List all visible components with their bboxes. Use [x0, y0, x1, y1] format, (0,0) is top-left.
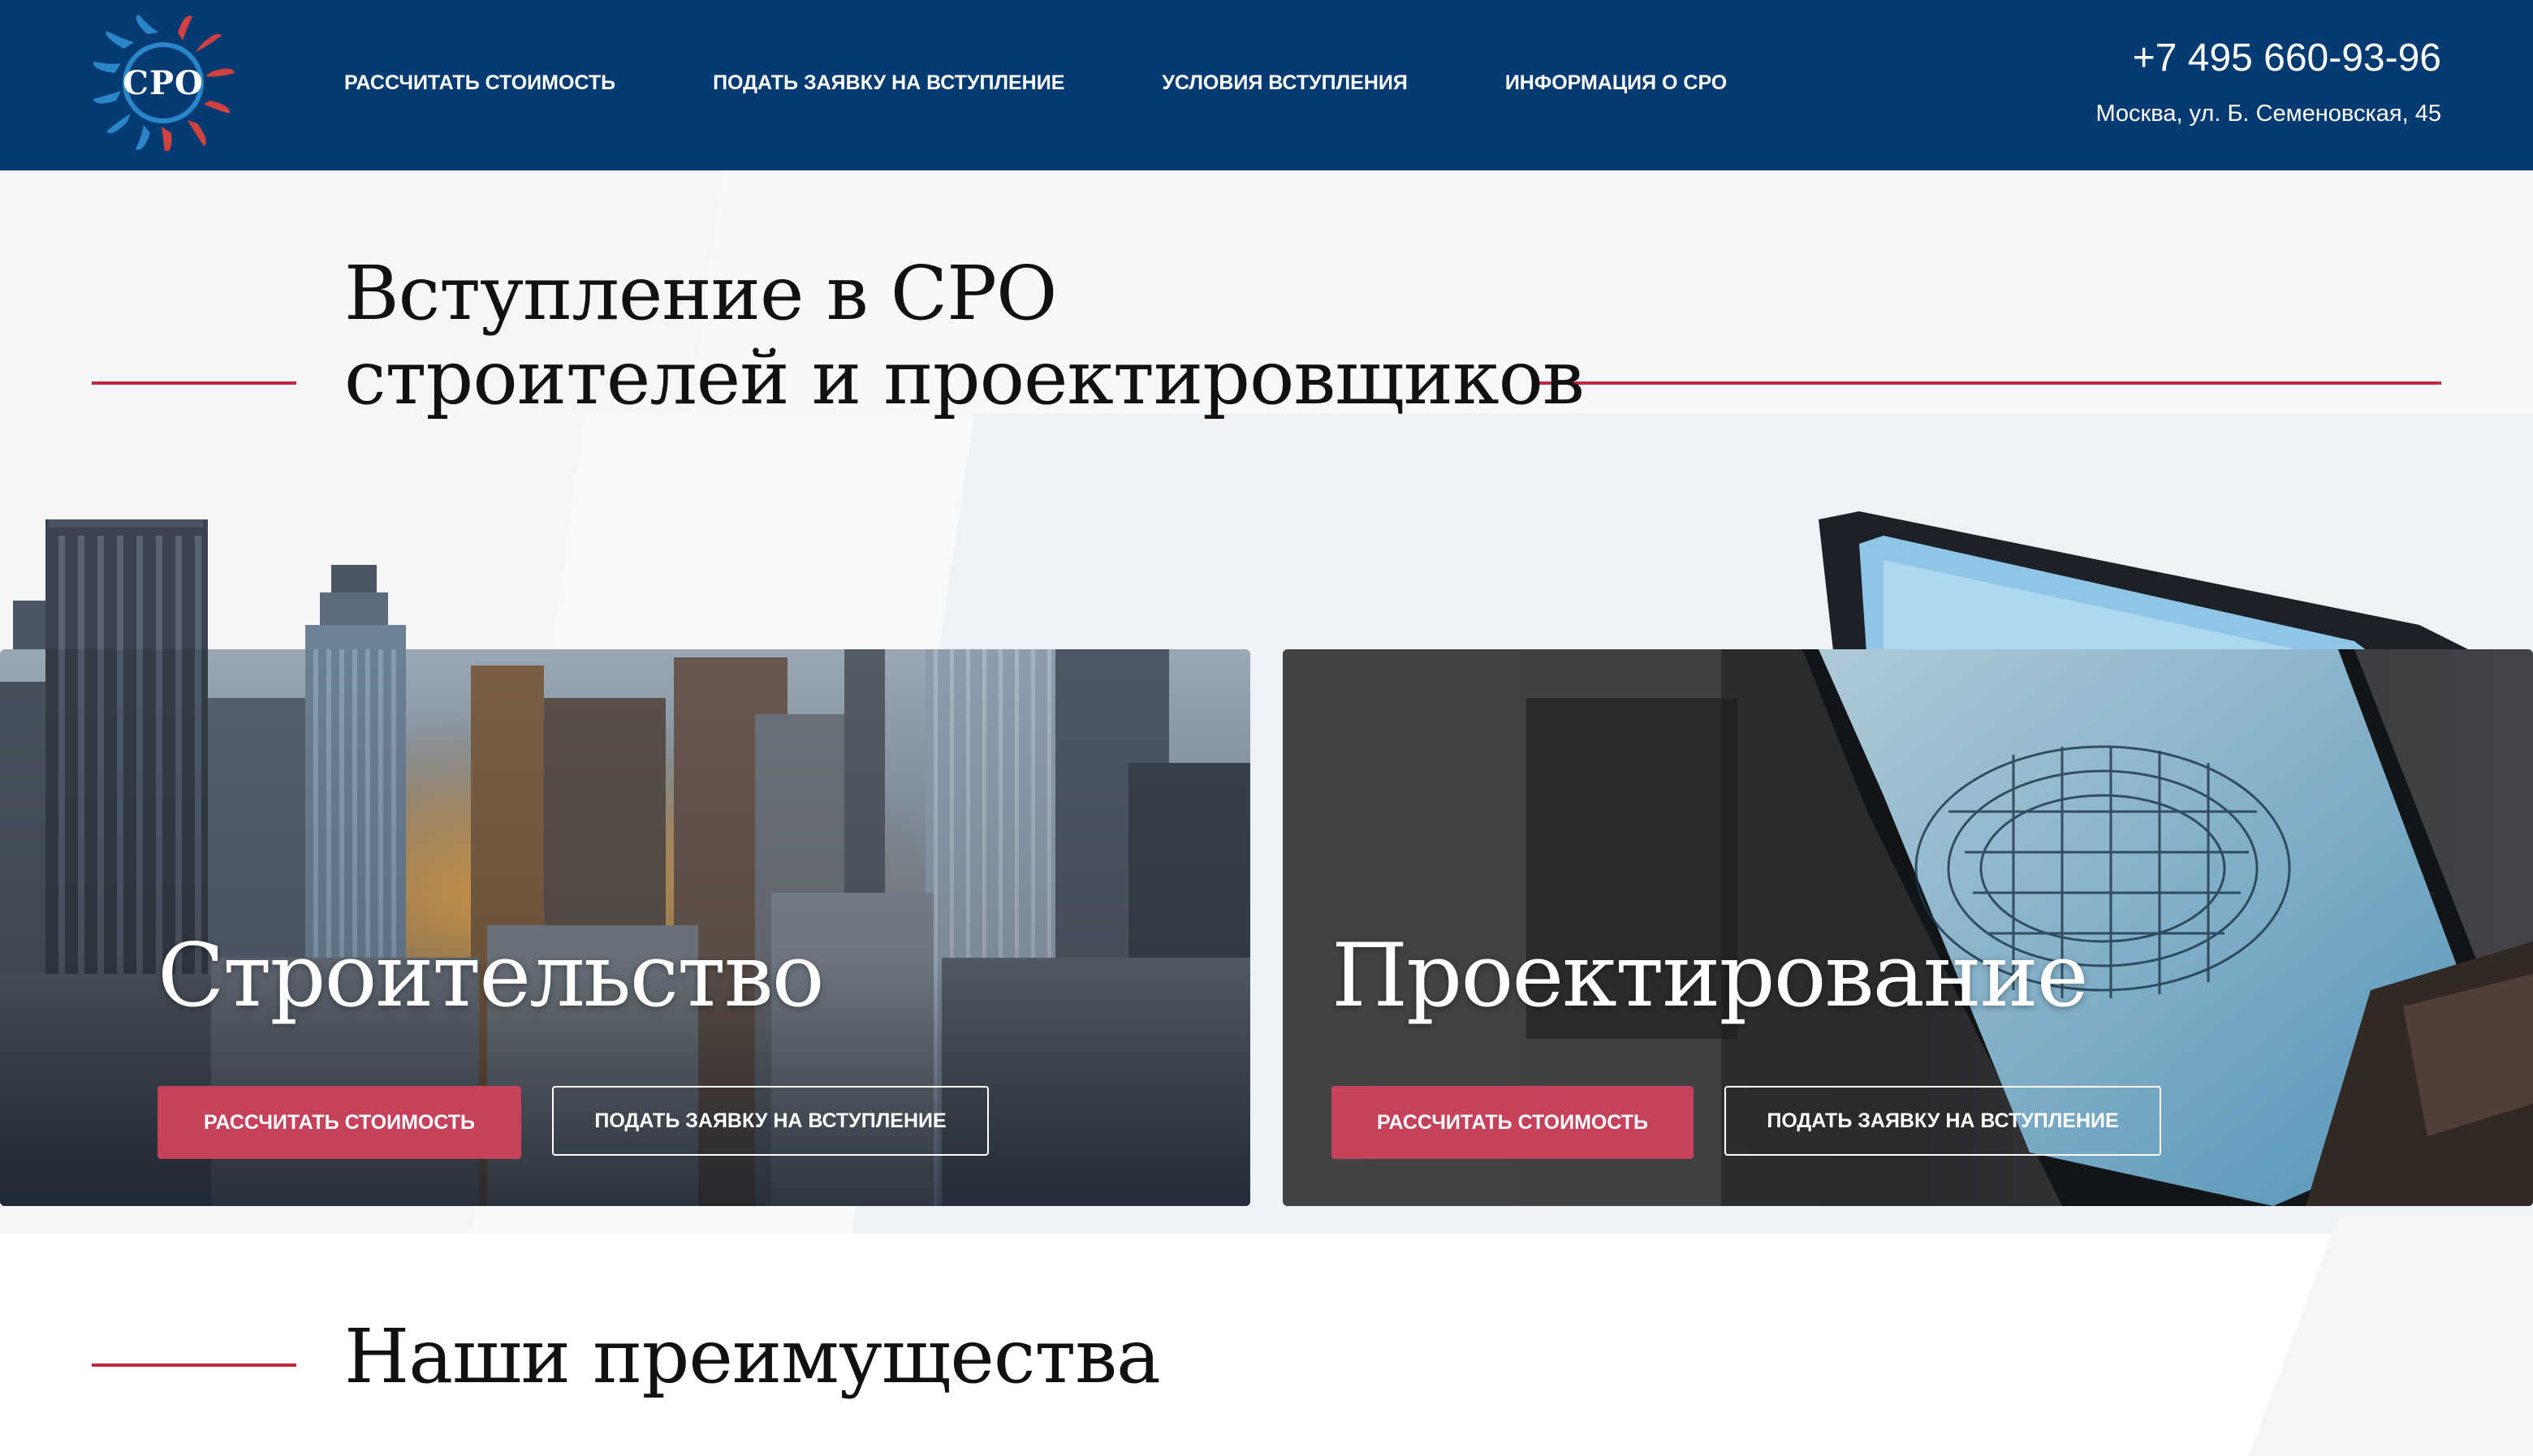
- construction-card: Строительство РАССЧИТАТЬ СТОИМОСТЬ ПОДАТ…: [0, 649, 1250, 1206]
- title-line-right: [1538, 381, 2441, 385]
- phone-number[interactable]: +7 495 660-93-96: [2133, 36, 2441, 80]
- title-line-left: [92, 381, 296, 385]
- advantages-title: Наши преимущества: [344, 1313, 1161, 1400]
- nav-submit-application[interactable]: ПОДАТЬ ЗАЯВКУ НА ВСТУПЛЕНИЕ: [713, 71, 1064, 95]
- design-card: Проектирование РАССЧИТАТЬ СТОИМОСТЬ ПОДА…: [1283, 649, 2533, 1206]
- design-calculate-button[interactable]: РАССЧИТАТЬ СТОИМОСТЬ: [1331, 1086, 1694, 1159]
- advantages-line: [92, 1363, 296, 1367]
- construction-card-title: Строительство: [158, 925, 825, 1027]
- hero-title: Вступление в СРО строителей и проектиров…: [344, 250, 1585, 421]
- nav-entry-conditions[interactable]: УСЛОВИЯ ВСТУПЛЕНИЯ: [1162, 71, 1407, 95]
- logo-text: СРО: [123, 63, 204, 102]
- address: Москва, ул. Б. Семеновская, 45: [2095, 101, 2441, 127]
- design-apply-button[interactable]: ПОДАТЬ ЗАЯВКУ НА ВСТУПЛЕНИЕ: [1724, 1086, 2161, 1156]
- skyline-top-image: [13, 519, 406, 666]
- design-card-title: Проектирование: [1331, 925, 2089, 1027]
- hero-title-line1: Вступление в СРО: [344, 250, 1057, 337]
- main-nav: РАССЧИТАТЬ СТОИМОСТЬ ПОДАТЬ ЗАЯВКУ НА ВС…: [344, 71, 1727, 95]
- hero-title-line2: строителей и проектировщиков: [344, 334, 1585, 421]
- nav-sro-info[interactable]: ИНФОРМАЦИЯ О СРО: [1505, 71, 1727, 95]
- construction-apply-button[interactable]: ПОДАТЬ ЗАЯВКУ НА ВСТУПЛЕНИЕ: [552, 1086, 989, 1156]
- laptop-top-image: [1819, 511, 2501, 666]
- nav-calculate-cost[interactable]: РАССЧИТАТЬ СТОИМОСТЬ: [344, 71, 615, 95]
- site-header: СРО РАССЧИТАТЬ СТОИМОСТЬ ПОДАТЬ ЗАЯВКУ Н…: [0, 0, 2533, 170]
- logo[interactable]: СРО: [91, 15, 235, 153]
- construction-calculate-button[interactable]: РАССЧИТАТЬ СТОИМОСТЬ: [158, 1086, 521, 1159]
